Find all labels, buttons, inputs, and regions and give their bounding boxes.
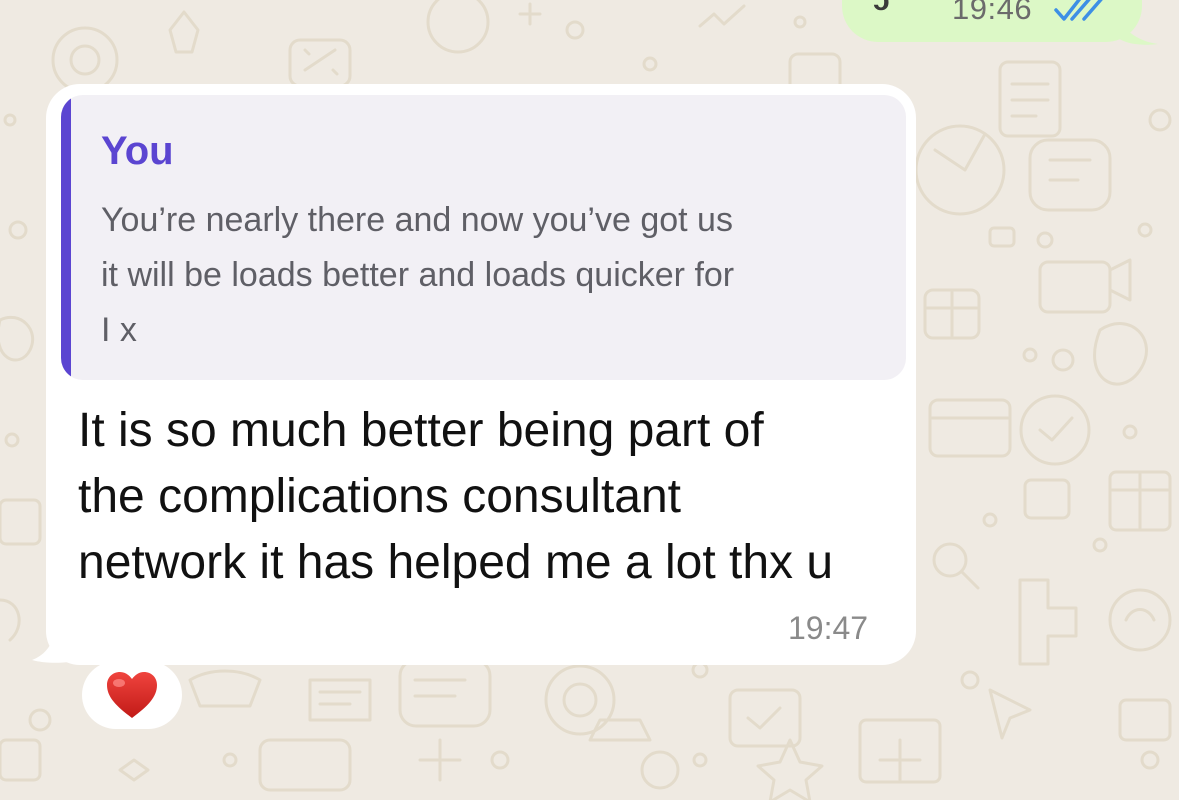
quoted-text: You’re nearly there and now you’ve got u… [101,193,891,358]
quoted-reply[interactable]: You You’re nearly there and now you’ve g… [61,95,906,380]
heart-icon [107,672,157,718]
quote-accent-bar [61,95,71,380]
quoted-text-line: You’re nearly there and now you’ve got u… [101,201,733,239]
outgoing-bubble-tail [1118,20,1158,45]
message-text: It is so much better being part of the c… [78,398,898,596]
quoted-author: You [101,129,174,173]
quoted-text-line: I x [101,311,137,349]
reaction-pill[interactable] [82,661,182,729]
double-check-icon [1054,0,1103,21]
quoted-text-line: it will be loads better and loads quicke… [101,256,735,294]
outgoing-message-fragment: ɔ [873,0,890,17]
message-text-line: network it has helped me a lot thx u [78,536,834,589]
incoming-message-time: 19:47 [788,610,869,646]
message-text-line: the complications consultant [78,470,681,523]
outgoing-message-time: 19:46 [952,0,1033,26]
message-text-line: It is so much better being part of [78,404,764,457]
